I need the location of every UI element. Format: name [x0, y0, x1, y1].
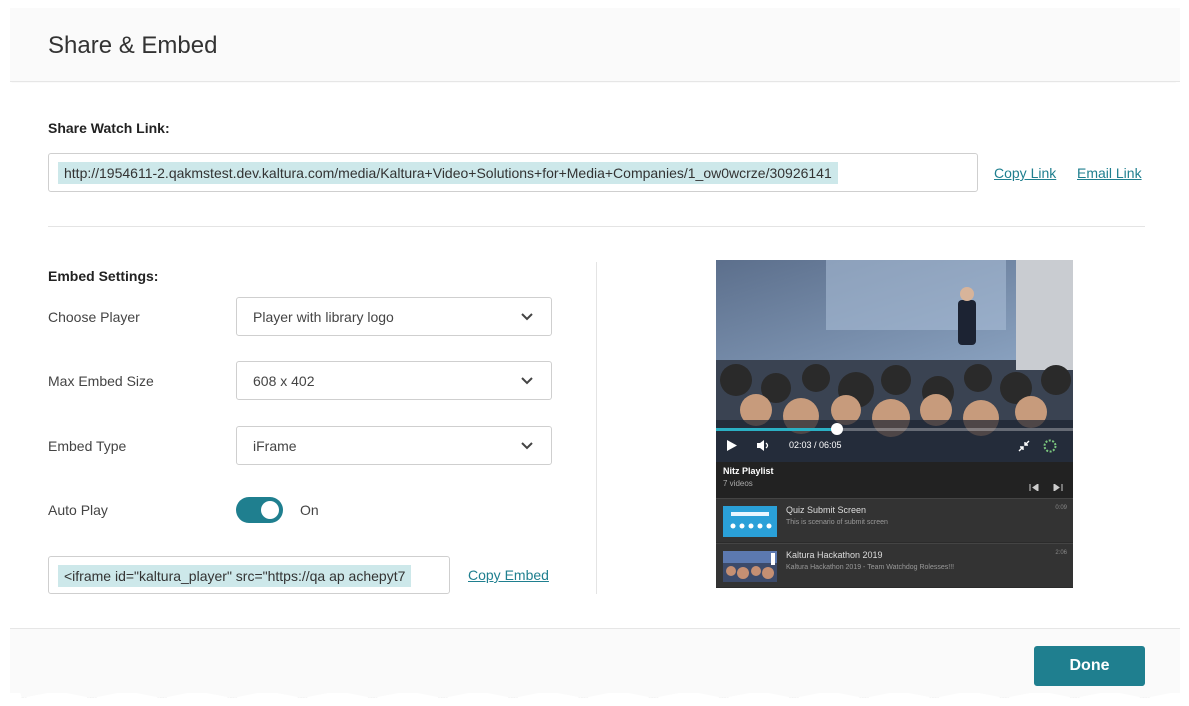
share-section-label: Share Watch Link:	[48, 120, 170, 136]
video-frame[interactable]	[716, 260, 1073, 462]
playlist-item-title: Quiz Submit Screen	[786, 505, 867, 515]
max-embed-size-select[interactable]: 608 x 402	[236, 361, 552, 400]
playlist-item-desc: Kaltura Hackathon 2019 - Team Watchdog R…	[786, 564, 955, 571]
max-embed-size-label: Max Embed Size	[48, 373, 154, 389]
embed-code-text[interactable]: <iframe id="kaltura_player" src="https:/…	[58, 565, 412, 587]
scrubber-progress	[716, 428, 838, 431]
playlist-header: Nitz Playlist 7 videos	[716, 462, 1073, 498]
vertical-divider	[596, 262, 597, 594]
scrubber-bar[interactable]	[716, 423, 1073, 435]
kaltura-logo-icon[interactable]	[1043, 439, 1057, 453]
playlist-item-title: Kaltura Hackathon 2019	[786, 550, 883, 560]
playlist-item[interactable]: Kaltura Hackathon 2019 Kaltura Hackathon…	[716, 543, 1073, 587]
auto-play-toggle[interactable]	[236, 497, 283, 523]
playlist-item[interactable]: Quiz Submit Screen This is scenario of s…	[716, 498, 1073, 542]
previous-icon[interactable]	[1029, 484, 1039, 491]
embed-code-field[interactable]: <iframe id="kaltura_player" src="https:/…	[48, 556, 450, 594]
embed-type-label: Embed Type	[48, 438, 127, 454]
email-link-button[interactable]: Email Link	[1077, 165, 1142, 181]
auto-play-state: On	[300, 502, 319, 518]
embed-section-label: Embed Settings:	[48, 268, 159, 284]
choose-player-label: Choose Player	[48, 309, 140, 325]
embed-type-select[interactable]: iFrame	[236, 426, 552, 465]
video-thumbnail	[716, 260, 1073, 462]
next-icon[interactable]	[1053, 484, 1063, 491]
chevron-down-icon	[521, 377, 533, 385]
dialog-footer	[10, 628, 1180, 693]
copy-embed-button[interactable]: Copy Embed	[468, 567, 549, 583]
chevron-down-icon	[521, 442, 533, 450]
max-embed-size-value: 608 x 402	[253, 373, 315, 389]
toggle-knob	[261, 501, 279, 519]
playlist-count: 7 videos	[723, 479, 753, 488]
dialog-title: Share & Embed	[48, 32, 218, 59]
auto-play-label: Auto Play	[48, 502, 108, 518]
done-button[interactable]: Done	[1034, 646, 1145, 686]
playlist-item-thumbnail	[723, 551, 777, 582]
play-icon[interactable]	[726, 439, 738, 452]
embed-type-value: iFrame	[253, 438, 297, 454]
share-link-field[interactable]: http://1954611-2.qakmstest.dev.kaltura.c…	[48, 153, 978, 192]
playlist-item-duration: 0:09	[1055, 505, 1067, 511]
playlist-item-thumbnail	[723, 506, 777, 537]
minimize-icon[interactable]	[1018, 440, 1030, 452]
divider	[48, 226, 1145, 227]
choose-player-value: Player with library logo	[253, 309, 394, 325]
share-link-text[interactable]: http://1954611-2.qakmstest.dev.kaltura.c…	[58, 162, 838, 184]
dialog-header: Share & Embed	[10, 8, 1180, 82]
copy-link-button[interactable]: Copy Link	[994, 165, 1056, 181]
playlist-item-duration: 2:06	[1055, 550, 1067, 556]
time-display: 02:03 / 06:05	[789, 440, 842, 450]
volume-icon[interactable]	[756, 439, 772, 452]
choose-player-select[interactable]: Player with library logo	[236, 297, 552, 336]
playlist-item-desc: This is scenario of submit screen	[786, 519, 888, 526]
chevron-down-icon	[521, 313, 533, 321]
player-preview[interactable]: 02:03 / 06:05 Nitz Playlist 7 videos Qui…	[716, 260, 1073, 588]
playlist-title: Nitz Playlist	[723, 466, 774, 476]
